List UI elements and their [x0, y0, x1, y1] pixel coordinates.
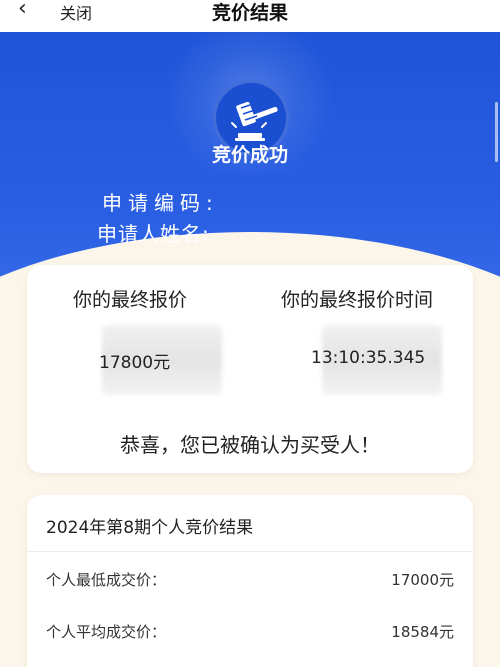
final-price-label: 你的最终报价: [73, 289, 188, 311]
min-price-value: 17000元: [391, 571, 454, 589]
summary-header: 2024年第8期个人竞价结果: [27, 495, 473, 552]
summary-title: 2024年第8期个人竞价结果: [46, 518, 254, 538]
result-card: 你的最终报价 你的最终报价时间 17800元 13:10:35.345 恭喜，您…: [27, 265, 473, 473]
success-title: 竞价成功: [211, 144, 288, 166]
applicant-name-label: 申请人姓名:: [97, 222, 210, 246]
scrollbar-thumb[interactable]: [495, 102, 498, 162]
summary-row: 个人最低成交价： 17000元: [27, 569, 473, 593]
page-title: 竞价结果: [211, 2, 288, 24]
summary-card: 2024年第8期个人竞价结果 个人最低成交价： 17000元 个人平均成交价： …: [27, 495, 473, 667]
final-time-label: 你的最终报价时间: [281, 289, 434, 311]
avg-price-label: 个人平均成交价：: [46, 623, 167, 641]
avg-price-value: 18584元: [391, 623, 454, 641]
min-price-label: 个人最低成交价：: [46, 571, 167, 589]
final-time-value: 13:10:35.345: [311, 348, 426, 368]
congrats-message: 恭喜，您已被确认为买受人！: [120, 433, 380, 457]
summary-row: 个人平均成交价： 18584元: [27, 621, 473, 645]
application-code-label: 申请编码:: [102, 191, 219, 215]
top-nav-bar: ‹ 关闭 竞价结果: [0, 0, 500, 32]
final-price-value: 17800元: [99, 353, 171, 373]
